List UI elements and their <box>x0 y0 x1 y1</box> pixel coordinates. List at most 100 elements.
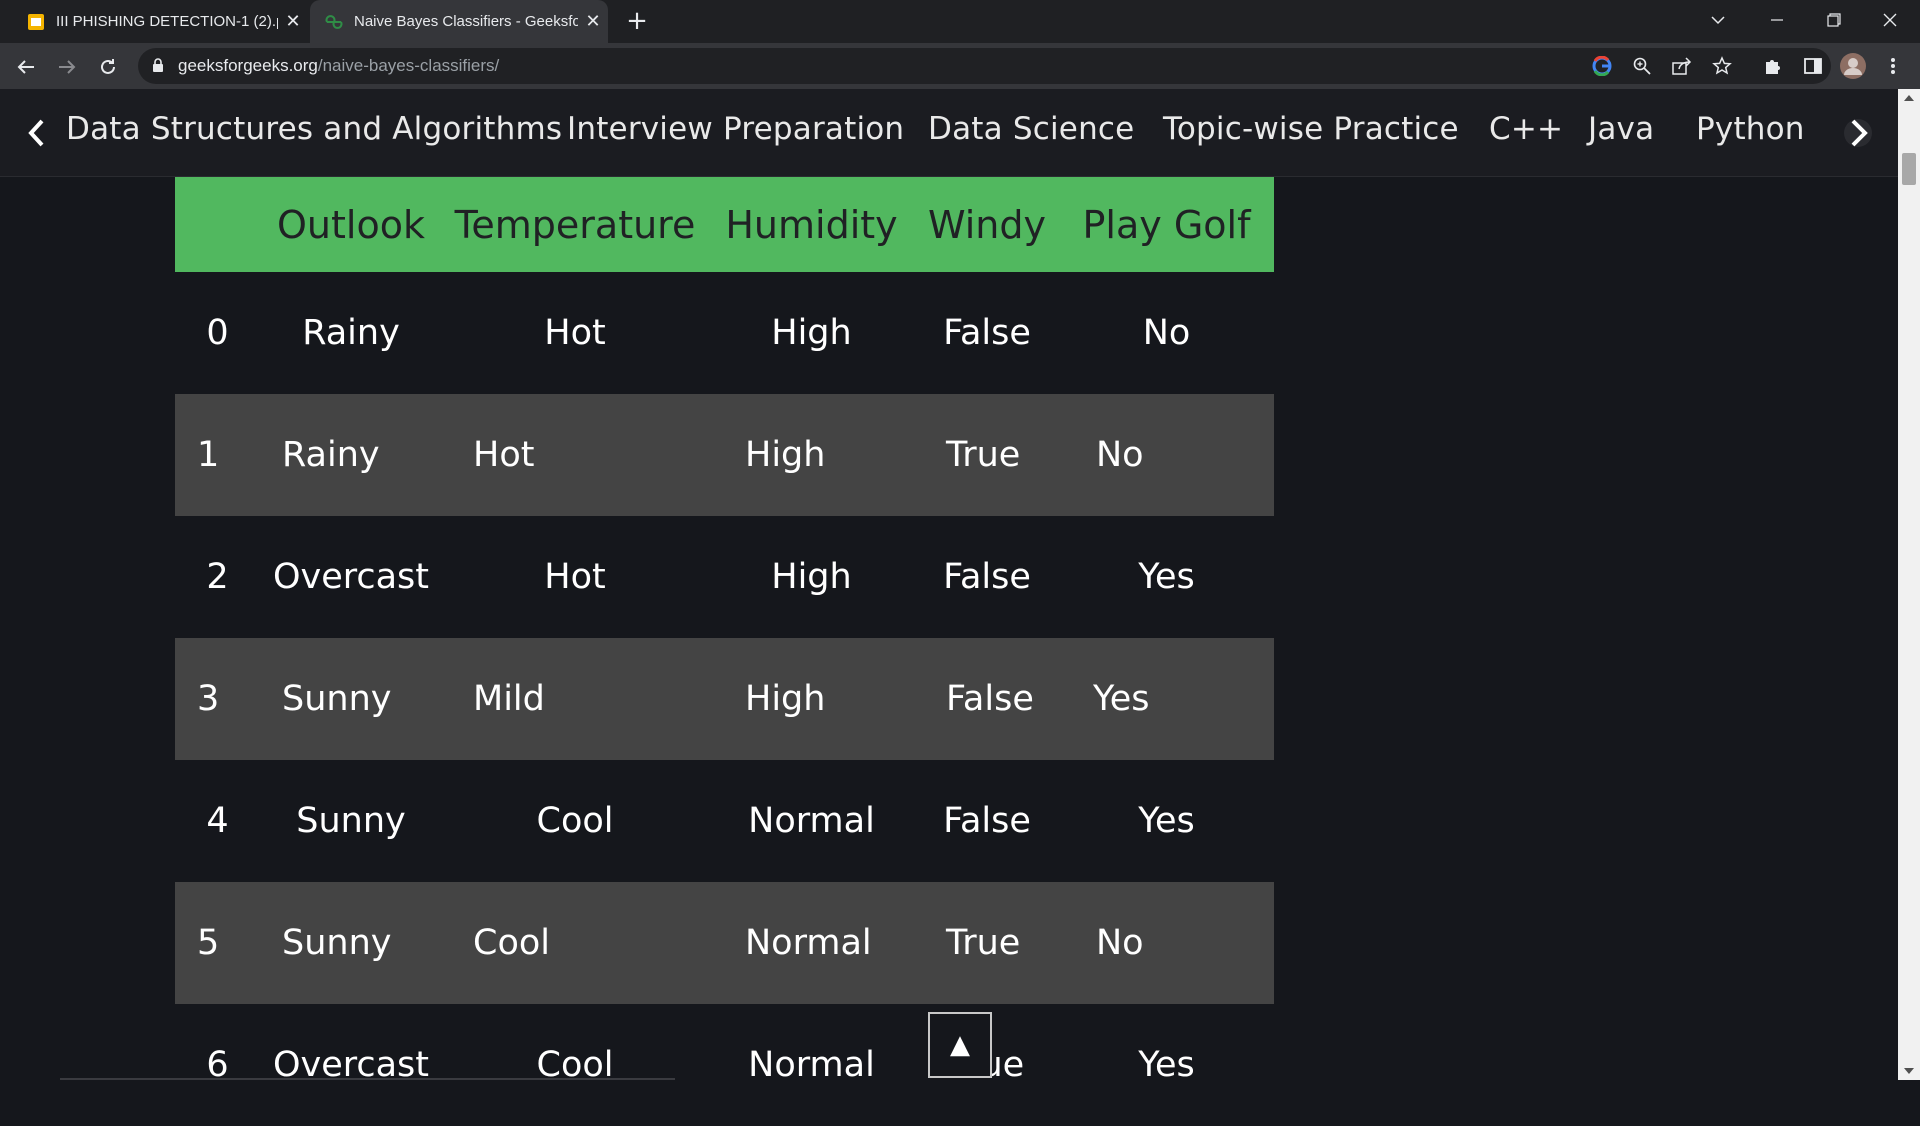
browser-toolbar: geeksforgeeks.org/naive-bayes-classifier… <box>0 43 1920 89</box>
address-bar[interactable]: geeksforgeeks.org/naive-bayes-classifier… <box>138 48 1831 84</box>
cell-humidity: Normal <box>745 923 872 963</box>
cell-index: 2 <box>206 557 229 597</box>
zoom-button[interactable] <box>1630 54 1654 78</box>
cell-index: 3 <box>197 679 220 719</box>
scroll-to-top-button[interactable]: ▲ <box>928 1012 992 1078</box>
browser-tab-geeksforgeeks[interactable]: Naive Bayes Classifiers - GeeksforGeeks … <box>310 0 608 43</box>
table-row: 5 Sunny Cool Normal True No <box>175 882 1274 1004</box>
close-icon <box>1883 13 1897 27</box>
golf-dataset-table: Outlook Temperature Humidity Windy Play … <box>175 177 1274 1126</box>
page-scrollbar[interactable] <box>1898 89 1920 1080</box>
nav-scroll-right-button[interactable] <box>1840 115 1876 151</box>
side-panel-button[interactable] <box>1800 53 1826 79</box>
chevron-left-icon <box>28 119 44 147</box>
table-row: 1 Rainy Hot High True No <box>175 394 1274 516</box>
header-outlook: Outlook <box>277 202 425 247</box>
reload-icon <box>101 59 115 74</box>
close-window-button[interactable] <box>1862 0 1918 40</box>
scrollbar-thumb[interactable] <box>1902 153 1916 185</box>
cell-index: 4 <box>206 801 229 841</box>
cell-play-golf: No <box>1096 435 1144 475</box>
cell-outlook: Rainy <box>302 313 400 353</box>
browser-menu-button[interactable] <box>1880 53 1906 79</box>
nav-item-java[interactable]: Java <box>1588 111 1654 147</box>
back-arrow-icon <box>17 60 34 74</box>
scroll-up-arrow-icon[interactable] <box>1904 95 1914 101</box>
nav-item-python[interactable]: Python <box>1696 111 1805 147</box>
header-humidity: Humidity <box>725 202 898 247</box>
cell-play-golf: Yes <box>1138 1045 1195 1085</box>
gfg-icon <box>325 14 343 29</box>
close-tab-icon[interactable]: ✕ <box>278 11 308 32</box>
cell-play-golf: Yes <box>1138 801 1195 841</box>
cell-temperature: Cool <box>536 1045 614 1085</box>
nav-item-data-science[interactable]: Data Science <box>928 111 1134 147</box>
bookmark-button[interactable] <box>1710 54 1734 78</box>
new-tab-button[interactable]: + <box>622 6 652 36</box>
nav-item-dsa[interactable]: Data Structures and Algorithms <box>66 111 562 147</box>
cell-play-golf: No <box>1142 313 1191 353</box>
puzzle-icon <box>1766 60 1780 74</box>
cell-play-golf: Yes <box>1138 557 1195 597</box>
forward-arrow-icon <box>59 60 76 74</box>
star-icon <box>1712 56 1732 75</box>
google-lens-button[interactable] <box>1590 54 1614 78</box>
scroll-down-arrow-icon[interactable] <box>1904 1068 1914 1074</box>
cell-humidity: High <box>771 313 852 353</box>
minimize-button[interactable] <box>1749 0 1805 40</box>
back-button[interactable] <box>10 51 42 83</box>
forward-button[interactable] <box>51 51 83 83</box>
url-text[interactable]: geeksforgeeks.org/naive-bayes-classifier… <box>178 48 499 84</box>
browser-tab-slides[interactable]: III PHISHING DETECTION-1 (2).pptx - Goog… <box>12 0 308 43</box>
reload-button[interactable] <box>92 51 124 83</box>
avatar <box>1840 53 1866 79</box>
nav-item-topic-practice[interactable]: Topic-wise Practice <box>1163 111 1459 147</box>
cell-humidity: Normal <box>748 1045 875 1085</box>
restore-icon <box>1827 13 1841 27</box>
cell-windy: True <box>946 435 1021 475</box>
cell-outlook: Overcast <box>272 557 430 597</box>
up-triangle-icon: ▲ <box>950 1030 970 1060</box>
nav-item-interview-prep[interactable]: Interview Preparation <box>567 111 904 147</box>
profile-button[interactable] <box>1840 53 1866 79</box>
kebab-menu-icon <box>1891 58 1895 74</box>
header-windy: Windy <box>928 202 1046 247</box>
site-nav-bar: Data Structures and Algorithms Interview… <box>0 89 1898 177</box>
cell-play-golf: No <box>1096 923 1144 963</box>
restore-button[interactable] <box>1806 0 1862 40</box>
cell-outlook: Rainy <box>282 435 380 475</box>
cell-windy: True <box>946 923 1021 963</box>
cell-index: 0 <box>206 313 229 353</box>
cell-outlook: Sunny <box>282 923 392 963</box>
extensions-button[interactable] <box>1760 53 1786 79</box>
table-row: 4 Sunny Cool Normal False Yes <box>175 760 1274 882</box>
cell-temperature: Mild <box>473 679 545 719</box>
lock-icon[interactable] <box>152 58 164 73</box>
google-icon <box>1592 56 1612 76</box>
cell-windy: False <box>943 801 1031 841</box>
cell-temperature: Hot <box>473 435 535 475</box>
cell-windy: False <box>943 313 1031 353</box>
table-header-row: Outlook Temperature Humidity Windy Play … <box>175 177 1274 272</box>
cell-temperature: Cool <box>536 801 614 841</box>
close-tab-icon[interactable]: ✕ <box>578 11 608 32</box>
url-host: geeksforgeeks.org <box>178 56 318 75</box>
share-button[interactable] <box>1670 54 1694 78</box>
table-row: 3 Sunny Mild High False Yes <box>175 638 1274 760</box>
chevron-down-icon <box>1711 16 1725 25</box>
cell-outlook: Overcast <box>272 1045 430 1085</box>
cell-outlook: Sunny <box>296 801 406 841</box>
cell-windy: False <box>943 557 1031 597</box>
header-index <box>175 177 260 272</box>
minimize-icon <box>1771 19 1783 21</box>
nav-item-cpp[interactable]: C++ <box>1489 111 1563 147</box>
slides-icon <box>28 13 44 30</box>
tab-title: III PHISHING DETECTION-1 (2).pptx - Goog… <box>56 13 278 30</box>
table-row: 6 Overcast Cool Normal True Yes <box>175 1004 1274 1126</box>
header-play-golf: Play Golf <box>1082 202 1251 247</box>
cell-play-golf: Yes <box>1093 679 1150 719</box>
cell-humidity: High <box>745 435 826 475</box>
nav-scroll-left-button[interactable] <box>18 115 54 151</box>
cell-windy: False <box>946 679 1034 719</box>
tab-search-button[interactable] <box>1690 0 1746 40</box>
